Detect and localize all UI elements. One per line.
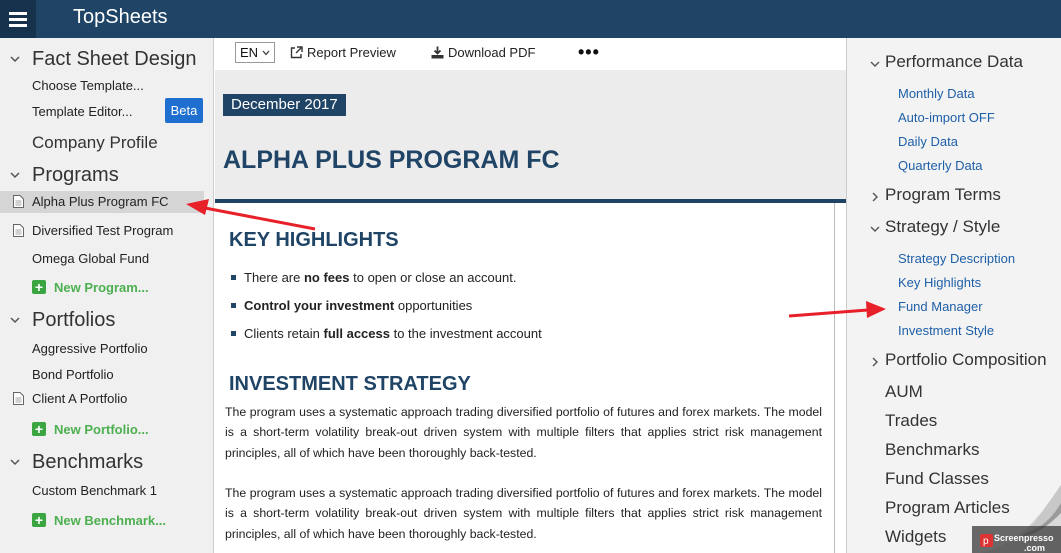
benchmarks-link[interactable]: Benchmarks: [885, 440, 979, 460]
key-highlights-heading: KEY HIGHLIGHTS: [229, 229, 399, 251]
download-icon: [431, 46, 444, 59]
new-benchmark-link[interactable]: New Benchmark...: [54, 513, 166, 528]
document-page: KEY HIGHLIGHTS There are no fees to open…: [215, 203, 835, 553]
section-label: Performance Data: [885, 52, 1023, 71]
document-icon: [13, 224, 24, 237]
program-label: Diversified Test Program: [32, 223, 174, 238]
trades-link[interactable]: Trades: [885, 411, 937, 431]
right-sidebar: Performance Data Monthly Data Auto-impor…: [846, 38, 1061, 553]
investment-style-link[interactable]: Investment Style: [898, 323, 994, 338]
watermark-text: Screenpresso .com: [994, 533, 1054, 553]
fund-classes-link[interactable]: Fund Classes: [885, 469, 989, 489]
program-item-diversified[interactable]: Diversified Test Program: [0, 220, 204, 242]
choose-template-link[interactable]: Choose Template...: [32, 78, 144, 93]
highlight-item: Clients retain full access to the invest…: [231, 326, 542, 341]
program-label: Alpha Plus Program FC: [32, 194, 169, 209]
section-label: Portfolios: [32, 308, 116, 331]
section-label: Benchmarks: [32, 450, 144, 473]
chevron-right-icon: [872, 192, 878, 202]
template-editor-link[interactable]: Template Editor...: [32, 104, 132, 119]
section-label: Strategy / Style: [885, 217, 1001, 236]
document-body: KEY HIGHLIGHTS There are no fees to open…: [215, 203, 846, 553]
language-select[interactable]: EN: [235, 42, 275, 63]
portfolio-item-bond[interactable]: Bond Portfolio: [32, 367, 114, 382]
language-value: EN: [240, 45, 259, 60]
daily-data-link[interactable]: Daily Data: [898, 134, 958, 149]
aum-link[interactable]: AUM: [885, 382, 923, 402]
external-link-icon: [290, 46, 303, 59]
chevron-down-icon: [10, 172, 20, 179]
hamburger-menu-icon[interactable]: [0, 0, 36, 38]
benchmark-item-custom-1[interactable]: Custom Benchmark 1: [32, 483, 157, 498]
section-label: Fact Sheet Design: [32, 47, 197, 70]
beta-badge: Beta: [165, 98, 203, 123]
plus-icon: +: [32, 422, 46, 436]
strategy-paragraph: The program uses a systematic approach t…: [225, 486, 822, 541]
section-label: Programs: [32, 163, 119, 186]
plus-icon: +: [32, 513, 46, 527]
strategy-paragraph: The program uses a systematic approach t…: [225, 405, 822, 460]
plus-icon: +: [32, 280, 46, 294]
top-bar: TopSheets: [0, 0, 1061, 38]
report-preview-button[interactable]: Report Preview: [290, 45, 396, 60]
strategy-description-link[interactable]: Strategy Description: [898, 251, 1015, 266]
document-title: ALPHA PLUS PROGRAM FC: [223, 146, 560, 174]
new-portfolio-link[interactable]: New Portfolio...: [54, 422, 149, 437]
chevron-down-icon: [10, 459, 20, 466]
portfolio-item-client-a[interactable]: Client A Portfolio: [0, 388, 204, 410]
monthly-data-link[interactable]: Monthly Data: [898, 86, 975, 101]
chevron-right-icon: [872, 357, 878, 367]
highlight-item: There are no fees to open or close an ac…: [231, 270, 516, 285]
document-header: December 2017 ALPHA PLUS PROGRAM FC: [215, 70, 846, 199]
new-program-link[interactable]: New Program...: [54, 280, 149, 295]
download-pdf-button[interactable]: Download PDF: [431, 45, 535, 60]
chevron-down-icon: [262, 50, 270, 56]
company-profile-link[interactable]: Company Profile: [32, 133, 158, 153]
document-icon: [13, 195, 24, 208]
left-sidebar: Fact Sheet Design Choose Template... Tem…: [0, 38, 214, 553]
main-content: EN Report Preview Download PDF ••• Decem…: [215, 38, 861, 553]
chevron-down-icon: [10, 317, 20, 324]
program-item-omega[interactable]: Omega Global Fund: [32, 251, 149, 266]
fund-manager-link[interactable]: Fund Manager: [898, 299, 983, 314]
more-options-icon[interactable]: •••: [578, 42, 600, 63]
auto-import-link[interactable]: Auto-import OFF: [898, 110, 995, 125]
chevron-down-icon: [10, 56, 20, 63]
report-preview-label: Report Preview: [307, 45, 396, 60]
investment-strategy-heading: INVESTMENT STRATEGY: [229, 373, 471, 395]
program-item-alpha-plus[interactable]: Alpha Plus Program FC: [0, 191, 204, 213]
quarterly-data-link[interactable]: Quarterly Data: [898, 158, 983, 173]
chevron-down-icon: [870, 61, 880, 67]
key-highlights-link[interactable]: Key Highlights: [898, 275, 981, 290]
svg-text:p: p: [983, 536, 989, 547]
portfolio-item-aggressive[interactable]: Aggressive Portfolio: [32, 341, 148, 356]
app-title: TopSheets: [73, 6, 168, 28]
toolbar: EN Report Preview Download PDF •••: [215, 38, 846, 70]
chevron-down-icon: [870, 226, 880, 232]
download-pdf-label: Download PDF: [448, 45, 536, 60]
document-icon: [13, 392, 24, 405]
widgets-link[interactable]: Widgets: [885, 527, 946, 547]
section-label: Program Terms: [885, 185, 1001, 204]
portfolio-label: Client A Portfolio: [32, 391, 128, 406]
section-label: Portfolio Composition: [885, 350, 1047, 369]
date-badge: December 2017: [223, 94, 346, 116]
highlight-item: Control your investment opportunities: [231, 298, 472, 313]
